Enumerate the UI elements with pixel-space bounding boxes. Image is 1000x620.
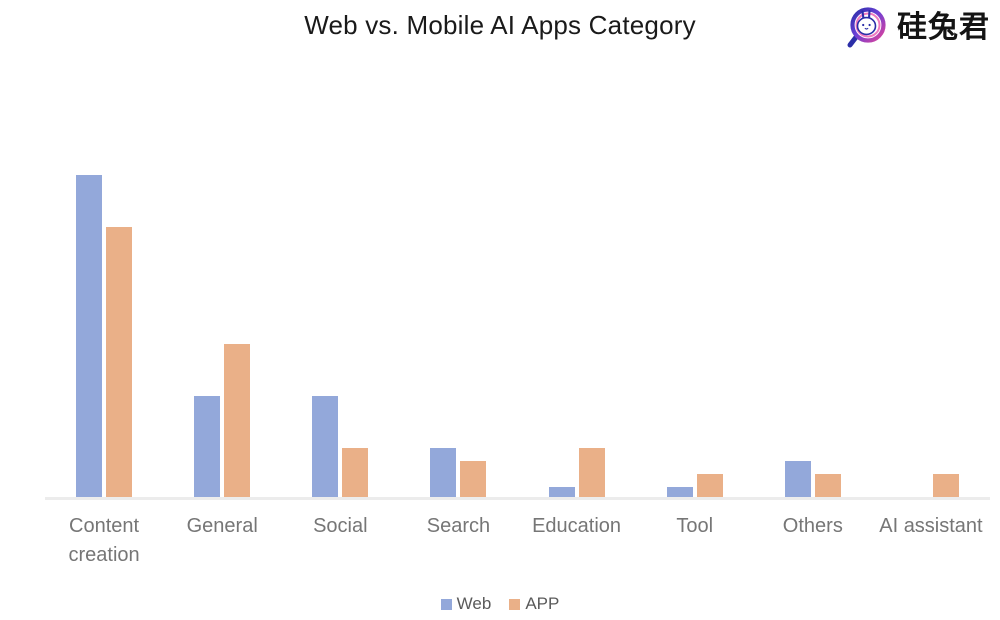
legend-label: Web bbox=[456, 594, 492, 613]
bar-web[interactable] bbox=[312, 396, 339, 500]
bar-groups bbox=[45, 110, 990, 500]
legend-swatch-icon bbox=[440, 598, 452, 610]
legend-item-app[interactable]: APP bbox=[509, 594, 559, 614]
bar-group bbox=[872, 110, 990, 500]
legend-item-web[interactable]: Web bbox=[440, 594, 492, 614]
bar-group bbox=[281, 110, 399, 500]
x-axis-category-label: Education bbox=[532, 515, 622, 537]
x-axis-line bbox=[45, 497, 990, 500]
bar-web[interactable] bbox=[430, 448, 457, 500]
bar-group bbox=[518, 110, 636, 500]
legend-swatch-icon bbox=[509, 598, 521, 610]
bar-group bbox=[754, 110, 872, 500]
bar-group bbox=[45, 110, 163, 500]
x-axis-category-label: Search bbox=[426, 515, 491, 537]
x-axis-category-label: Social bbox=[313, 515, 368, 537]
chart-legend: Web APP bbox=[0, 594, 1000, 614]
bar-group bbox=[399, 110, 517, 500]
bar-web[interactable] bbox=[194, 396, 221, 500]
bar-app[interactable] bbox=[224, 344, 251, 500]
plot-area: 051015202530 bbox=[45, 110, 990, 500]
magnifier-rabbit-logo-icon bbox=[845, 5, 891, 51]
x-axis-category-label: AI assistant bbox=[879, 515, 983, 537]
bar-app[interactable] bbox=[578, 448, 605, 500]
bar-app[interactable] bbox=[342, 448, 369, 500]
x-axis-category-label: Tool bbox=[676, 515, 714, 537]
bar-web[interactable] bbox=[76, 175, 103, 500]
x-axis-category-label: General bbox=[186, 515, 258, 537]
bar-group bbox=[636, 110, 754, 500]
x-axis-category-labels: Content creation General Social Search Educa… bbox=[45, 512, 990, 570]
bar-app[interactable] bbox=[460, 461, 487, 500]
brand-name: 硅兔君 bbox=[897, 10, 990, 45]
brand-logo: 硅兔君 bbox=[845, 4, 990, 52]
chart-page: Web vs. Mobile AI Apps Category 硅兔君 Cont… bbox=[0, 0, 1000, 620]
x-axis-category-label: Content creation bbox=[68, 515, 140, 566]
bar-group bbox=[163, 110, 281, 500]
bar-web[interactable] bbox=[784, 461, 811, 500]
bar-app[interactable] bbox=[106, 227, 133, 500]
x-axis-category-label: Others bbox=[782, 515, 843, 537]
legend-label: APP bbox=[525, 594, 560, 613]
